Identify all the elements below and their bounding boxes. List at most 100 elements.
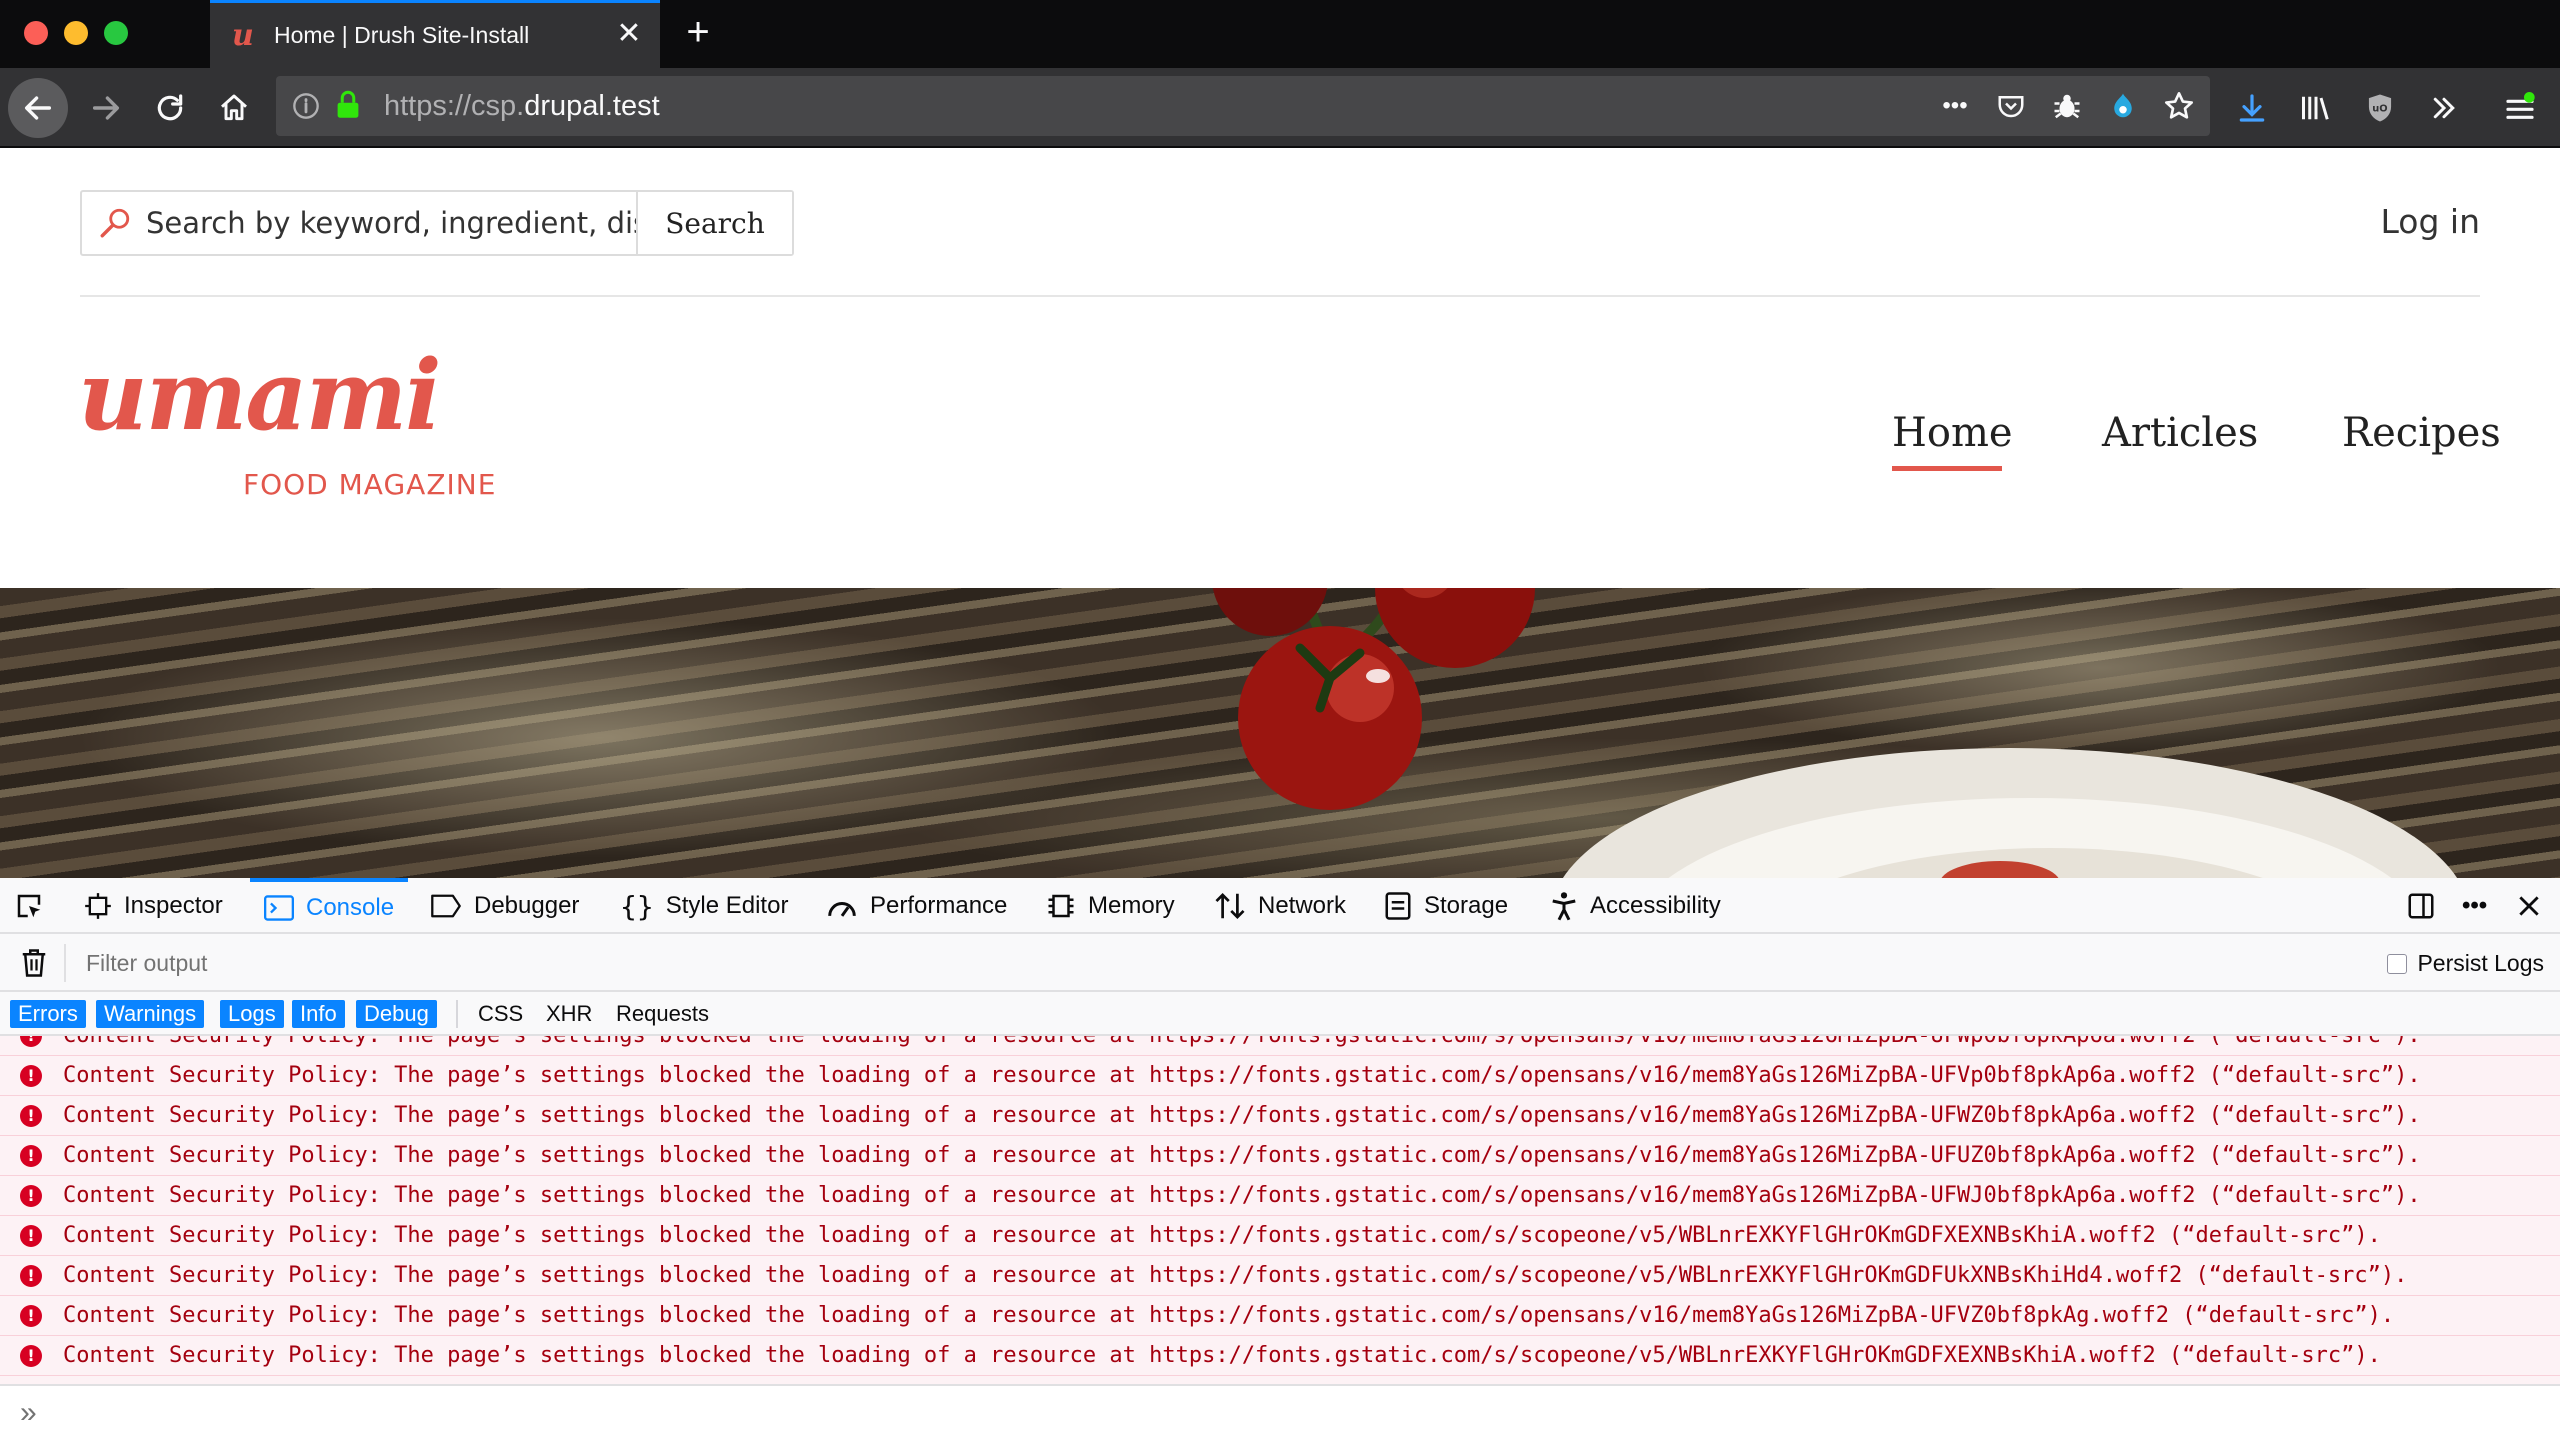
pocket-icon	[1998, 96, 2024, 118]
console-filter-bar: Persist Logs	[0, 934, 2560, 992]
downloads-button[interactable]	[2222, 78, 2282, 138]
close-devtools-button[interactable]	[2516, 878, 2542, 934]
log-level-filters: Errors Warnings Logs Info Debug CSS XHR …	[0, 992, 2560, 1036]
nav-articles[interactable]: Articles	[2102, 410, 2258, 456]
filter-css[interactable]: CSS	[478, 1000, 523, 1028]
console-message[interactable]: ! Content Security Policy: The page’s se…	[0, 1036, 2560, 1056]
message-text: Content Security Policy: The page’s sett…	[63, 1143, 2421, 1168]
console-message[interactable]: ! Content Security Policy: The page’s se…	[0, 1056, 2560, 1096]
tab-storage[interactable]: Storage	[1384, 878, 1508, 934]
braces-icon: {}	[620, 889, 654, 923]
filter-separator	[64, 944, 66, 982]
bug-extension-button[interactable]	[2042, 76, 2092, 136]
close-icon	[2519, 896, 2539, 916]
persist-logs-checkbox[interactable]	[2387, 953, 2408, 974]
ublock-button[interactable]: uO	[2350, 78, 2410, 138]
filter-requests[interactable]: Requests	[616, 1000, 709, 1028]
accessibility-icon	[1552, 892, 1576, 921]
tab-label: Debugger	[474, 892, 580, 919]
minimize-window-button[interactable]	[64, 21, 88, 45]
search-button[interactable]: Search	[636, 192, 792, 254]
error-icon: !	[20, 1036, 42, 1047]
bookmark-star-button[interactable]	[2154, 76, 2204, 136]
page-actions-button[interactable]: •••	[1930, 76, 1980, 136]
tab-label: Console	[306, 894, 395, 921]
developer-tools-panel: Inspector Console Debugger {} Style Edit…	[0, 878, 2560, 1440]
tab-network[interactable]: Network	[1214, 878, 1346, 934]
library-button[interactable]	[2286, 78, 2346, 138]
url-host: drupal.test	[524, 90, 660, 122]
shield-icon: uO	[2368, 94, 2392, 122]
home-icon	[221, 94, 247, 121]
search-input[interactable]	[146, 192, 706, 254]
console-message[interactable]: ! Content Security Policy: The page’s se…	[0, 1336, 2560, 1376]
persist-logs-toggle[interactable]: Persist Logs	[2387, 950, 2544, 977]
download-icon	[2239, 94, 2265, 122]
console-message[interactable]: ! Content Security Policy: The page’s se…	[0, 1256, 2560, 1296]
console-prompt-icon: »	[20, 1396, 37, 1429]
search-icon	[100, 208, 130, 238]
levels-separator	[456, 1000, 458, 1028]
devtools-menu-button[interactable]: •••	[2462, 878, 2487, 934]
tab-label: Memory	[1088, 892, 1175, 919]
close-window-button[interactable]	[24, 21, 48, 45]
url-bar[interactable]: https://csp.drupal.test •••	[276, 76, 2210, 136]
devtools-toolbar: Inspector Console Debugger {} Style Edit…	[0, 878, 2560, 934]
filter-info[interactable]: Info	[292, 1000, 345, 1028]
console-message[interactable]: ! Content Security Policy: The page’s se…	[0, 1296, 2560, 1336]
console-message[interactable]: ! Content Security Policy: The page’s se…	[0, 1096, 2560, 1136]
app-menu-button[interactable]	[2490, 78, 2550, 138]
nav-recipes[interactable]: Recipes	[2342, 410, 2501, 456]
search-form: Search	[80, 190, 794, 256]
element-picker-button[interactable]	[14, 878, 44, 934]
active-nav-indicator	[1892, 466, 2002, 471]
console-output[interactable]: ! Content Security Policy: The page’s se…	[0, 1036, 2560, 1384]
lock-icon[interactable]	[334, 90, 362, 120]
svg-text:uO: uO	[2372, 104, 2387, 115]
login-link[interactable]: Log in	[2380, 202, 2480, 241]
home-button[interactable]	[204, 78, 264, 138]
filter-warnings[interactable]: Warnings	[96, 1000, 205, 1028]
console-input-line[interactable]: »	[0, 1384, 2560, 1440]
star-icon	[2165, 92, 2193, 119]
tab-close-icon[interactable]: ✕	[612, 17, 646, 51]
tab-style-editor[interactable]: {} Style Editor	[620, 878, 788, 934]
tab-label: Storage	[1424, 892, 1509, 919]
console-message[interactable]: ! Content Security Policy: The page’s se…	[0, 1136, 2560, 1176]
trash-icon[interactable]	[20, 948, 48, 978]
filter-output-input[interactable]	[86, 948, 986, 978]
persist-logs-label: Persist Logs	[2417, 950, 2544, 976]
error-icon: !	[20, 1105, 42, 1127]
debugger-icon	[431, 894, 461, 918]
inspector-icon	[85, 893, 111, 919]
tab-console[interactable]: Console	[250, 878, 409, 934]
zoom-window-button[interactable]	[104, 21, 128, 45]
info-icon[interactable]	[292, 92, 320, 120]
browser-tab[interactable]: u Home | Drush Site-Install ✕	[210, 0, 660, 68]
filter-debug[interactable]: Debug	[356, 1000, 437, 1028]
dock-side-button[interactable]	[2406, 878, 2436, 934]
console-message[interactable]: ! Content Security Policy: The page’s se…	[0, 1216, 2560, 1256]
site-logo[interactable]: umami	[78, 346, 442, 446]
message-text: Content Security Policy: The page’s sett…	[63, 1343, 2381, 1368]
forward-button[interactable]	[76, 78, 136, 138]
tab-performance[interactable]: Performance	[826, 878, 1007, 934]
url-text[interactable]: https://csp.drupal.test	[384, 90, 660, 123]
drupal-extension-button[interactable]	[2098, 76, 2148, 136]
reload-button[interactable]	[140, 78, 200, 138]
nav-home[interactable]: Home	[1892, 410, 2013, 456]
filter-xhr[interactable]: XHR	[546, 1000, 592, 1028]
new-tab-button[interactable]: +	[676, 12, 720, 56]
overflow-menu-button[interactable]	[2414, 78, 2474, 138]
pocket-button[interactable]	[1986, 76, 2036, 136]
error-icon: !	[20, 1225, 42, 1247]
memory-chip-icon	[1048, 894, 1074, 918]
tab-memory[interactable]: Memory	[1046, 878, 1175, 934]
filter-errors[interactable]: Errors	[10, 1000, 86, 1028]
filter-logs[interactable]: Logs	[220, 1000, 284, 1028]
tab-debugger[interactable]: Debugger	[430, 878, 579, 934]
console-message[interactable]: ! Content Security Policy: The page’s se…	[0, 1176, 2560, 1216]
tab-inspector[interactable]: Inspector	[84, 878, 223, 934]
back-button[interactable]	[8, 78, 68, 138]
tab-accessibility[interactable]: Accessibility	[1550, 878, 1721, 934]
